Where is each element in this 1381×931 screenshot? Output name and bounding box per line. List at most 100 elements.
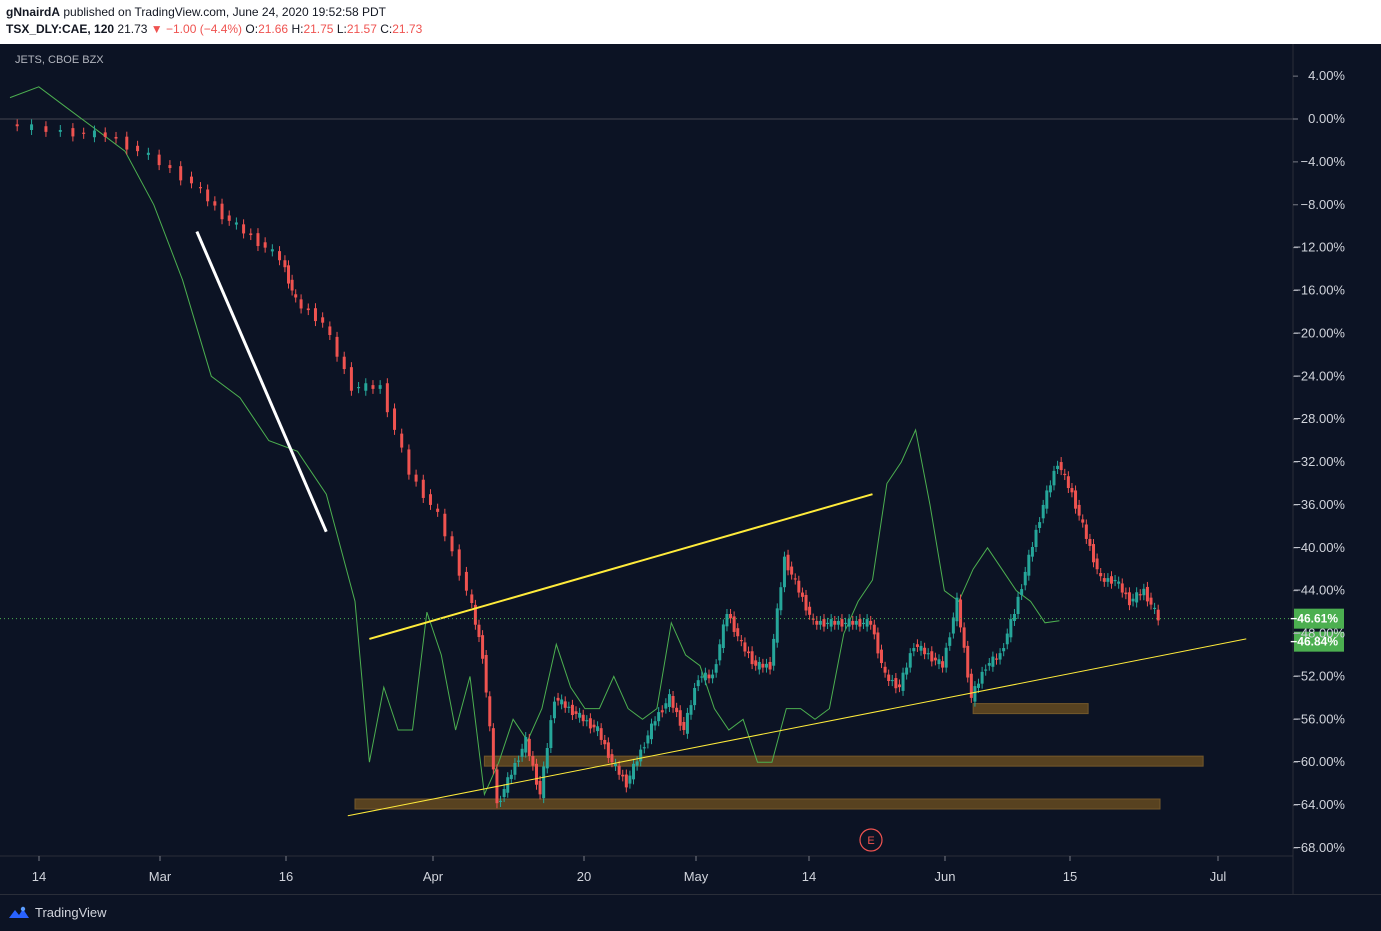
candle-body (1092, 544, 1096, 563)
candle-body (1135, 592, 1139, 603)
candle-body (1145, 586, 1149, 602)
candle-body (840, 619, 844, 627)
candle-body (136, 145, 140, 152)
candle-body (948, 637, 952, 646)
candle-body (306, 308, 310, 311)
overlay-legend[interactable]: JETS, CBOE BZX (15, 54, 104, 66)
candle-body (283, 260, 287, 268)
candle-body (30, 124, 34, 130)
candle-body (534, 763, 538, 785)
author-name[interactable]: gNnairdA (6, 5, 60, 19)
candle-body (1081, 519, 1085, 523)
candle-body (991, 656, 995, 667)
candle-body (969, 673, 973, 698)
candle-body (930, 651, 934, 662)
candle-body (502, 789, 506, 798)
candle-body (808, 606, 812, 615)
candle-body (1077, 504, 1081, 516)
candle-body (599, 728, 603, 740)
x-tick-label: Mar (149, 869, 172, 884)
low-label: L: (336, 22, 347, 36)
candle-body (639, 749, 643, 762)
candle-body (517, 760, 521, 762)
tradingview-brand[interactable]: TradingView (8, 905, 107, 920)
chart-canvas[interactable]: −46.61%−46.84% 4.00%0.00%−4.00%−8.00%−12… (0, 44, 1381, 894)
y-tick-label: −20.00% (1293, 325, 1345, 340)
candle-body (736, 628, 740, 637)
candle-body (567, 706, 571, 708)
open-label: O: (245, 22, 259, 36)
candle-body (750, 651, 754, 665)
candle-body (213, 201, 217, 206)
candle-body (1034, 529, 1038, 547)
candle-body (1023, 571, 1027, 586)
candle-body (570, 704, 574, 716)
trendline-yellow-lower (347, 638, 1247, 817)
change-arrow-icon: ▼ (150, 22, 163, 36)
candle-body (371, 385, 375, 389)
last-price: 21.73 (117, 22, 148, 36)
candle-body (531, 756, 535, 766)
candle-body (220, 203, 224, 220)
high-label: H: (291, 22, 304, 36)
candle-body (484, 655, 488, 693)
candle-body (858, 619, 862, 627)
earnings-marker-label: E (867, 835, 874, 847)
candle-body (912, 648, 916, 652)
candle-body (574, 711, 578, 714)
candle-body (621, 774, 625, 777)
candle-body (667, 694, 671, 707)
candle-body (556, 697, 560, 701)
candle-body (1117, 581, 1121, 584)
candle-body (234, 222, 238, 225)
candle-body (977, 683, 981, 688)
y-tick-label: −64.00% (1293, 797, 1345, 812)
candle-body (617, 765, 621, 775)
trendline-white (195, 230, 328, 533)
candle-body (342, 356, 346, 370)
candle-body (299, 299, 303, 309)
candle-body (335, 336, 339, 357)
candle-body (1041, 504, 1045, 519)
candle-body (393, 408, 397, 430)
candle-body (944, 647, 948, 668)
candle-body (732, 616, 736, 632)
candle-body (786, 554, 790, 571)
candle-body (729, 613, 733, 619)
candle-body (1027, 554, 1031, 576)
close-value: 21.73 (392, 22, 423, 36)
candle-body (711, 674, 715, 679)
candle-body (826, 622, 830, 625)
candle-body (865, 619, 869, 627)
publication-info: gNnairdA published on TradingView.com, J… (6, 5, 386, 19)
candle-body (1099, 572, 1103, 577)
candle-body (294, 294, 298, 298)
candle-body (168, 165, 172, 169)
candle-body (984, 669, 988, 671)
x-tick-label: Jun (935, 869, 956, 884)
candle-body (937, 659, 941, 665)
candle-body (614, 763, 618, 766)
close-label: C: (380, 22, 393, 36)
candle-body (378, 385, 382, 389)
candle-body (685, 712, 689, 734)
candle-body (1138, 594, 1142, 596)
candle-body (851, 620, 855, 625)
chart-area[interactable]: −46.61% −46.84% 4.00% 0.00% −4.00% −8.00% −12… (0, 44, 1381, 894)
candle-body (524, 737, 528, 753)
candle-body (908, 653, 912, 668)
y-tick-label: 0.00% (1308, 111, 1345, 126)
y-tick-label: −36.00% (1293, 497, 1345, 512)
candle-body (457, 549, 461, 576)
candle-body (1005, 633, 1009, 645)
candle-body (678, 710, 682, 726)
candle-body (955, 597, 959, 622)
candle-body (772, 638, 776, 666)
candle-body (520, 748, 524, 757)
candle-body (290, 279, 294, 291)
candle-body (596, 726, 600, 732)
candle-body (836, 620, 840, 625)
candle-body (414, 474, 418, 482)
y-tick-label: −12.00% (1293, 240, 1345, 255)
candle-body (718, 644, 722, 661)
